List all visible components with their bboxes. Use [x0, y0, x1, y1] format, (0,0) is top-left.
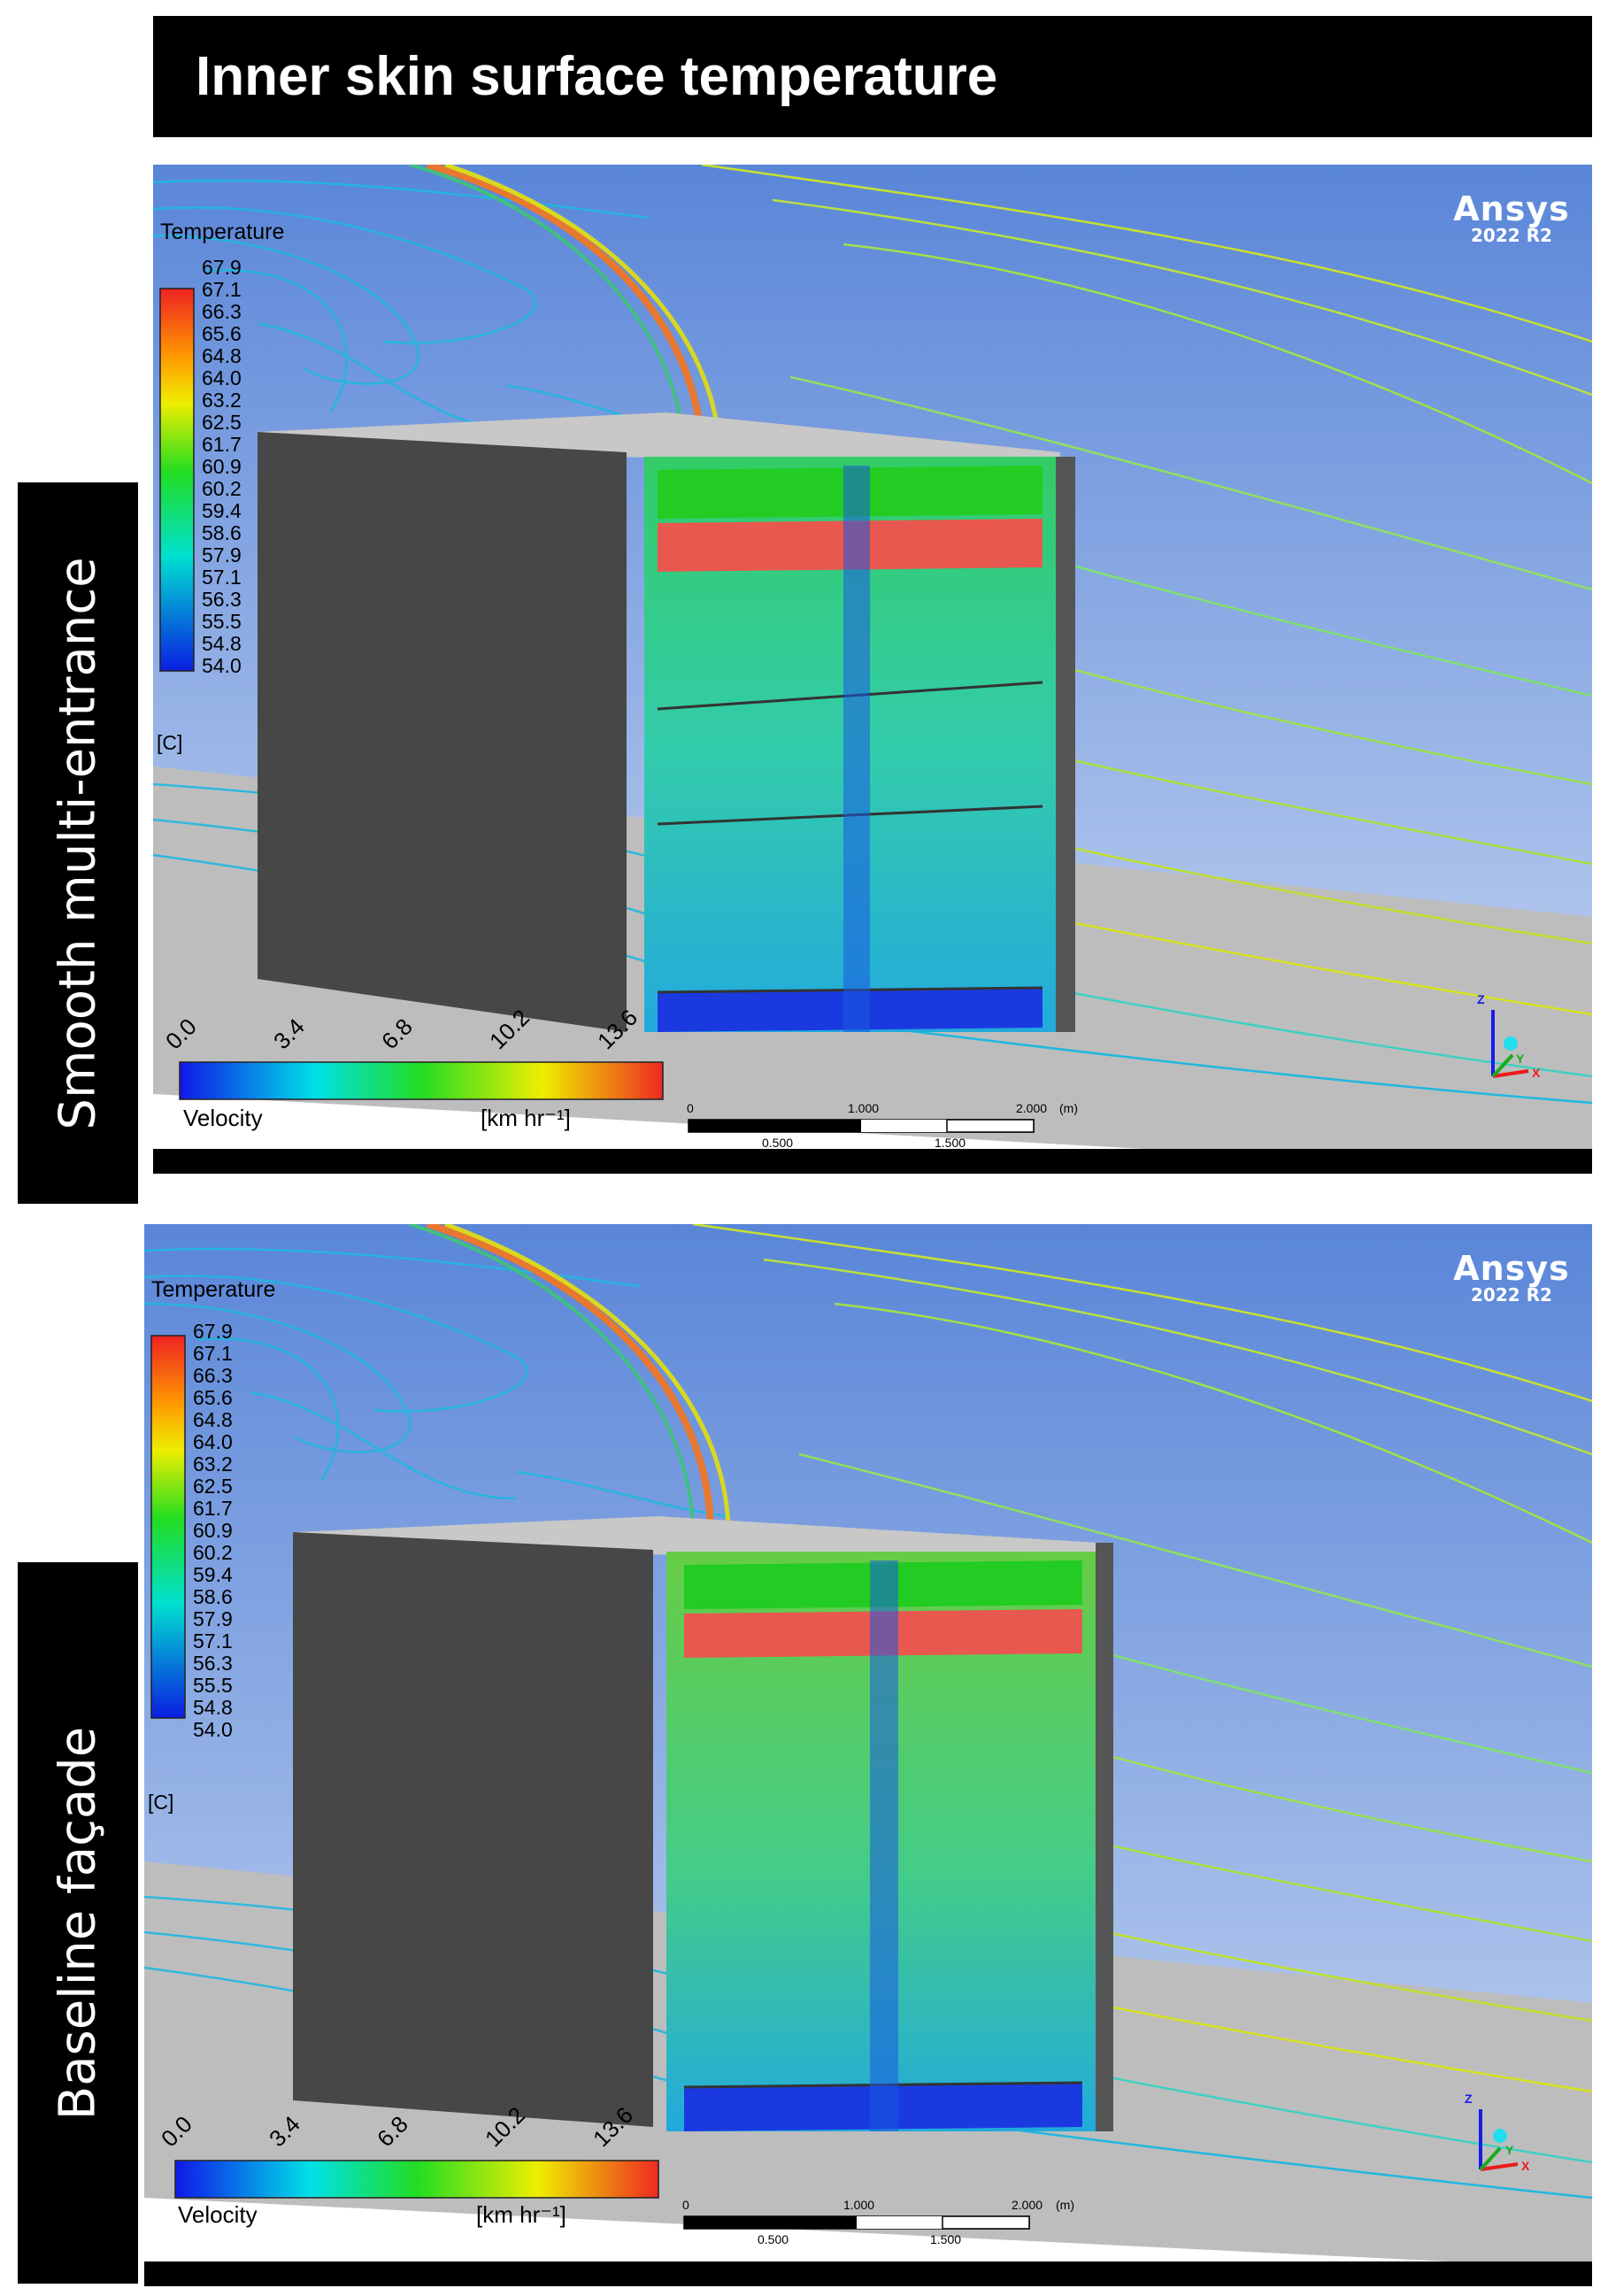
scale-label: 1.500	[935, 1136, 966, 1150]
temp-tick: 54.8	[193, 1696, 233, 1719]
scale-label: 1.500	[930, 2232, 962, 2246]
axis-x-label: X	[1521, 2159, 1530, 2173]
temp-tick: 62.5	[193, 1475, 233, 1498]
scale-label: 1.000	[848, 1101, 880, 1115]
temp-tick: 64.0	[193, 1430, 233, 1453]
temp-tick: 67.1	[202, 278, 242, 301]
temp-tick: 58.6	[202, 521, 242, 544]
axis-z-label: Z	[1477, 992, 1485, 1006]
scale-unit: (m)	[1059, 1101, 1078, 1115]
axis-y-label: Y	[1516, 1052, 1525, 1066]
ansys-logo-text: Ansys	[1453, 189, 1570, 228]
temp-tick: 57.9	[202, 543, 242, 566]
scale-unit: (m)	[1056, 2198, 1074, 2212]
scale-label: 0	[682, 2198, 689, 2212]
temp-tick: 60.2	[202, 477, 242, 500]
temp-tick: 57.1	[193, 1630, 233, 1653]
scale-label: 1.000	[843, 2198, 875, 2212]
temp-tick: 56.3	[202, 588, 242, 611]
temp-tick: 67.9	[193, 1320, 233, 1343]
temp-tick: 55.5	[193, 1674, 233, 1697]
temperature-unit: [C]	[157, 731, 183, 754]
temp-tick: 60.9	[202, 455, 242, 478]
title-bar: Inner skin surface temperature	[153, 16, 1592, 137]
temperature-legend-title: Temperature	[151, 1277, 276, 1302]
velocity-unit: [km hr⁻¹]	[476, 2201, 566, 2228]
side-label-2: Baseline façade	[49, 1726, 107, 2120]
temp-tick: 61.7	[193, 1497, 233, 1520]
scale-label: 2.000	[1016, 1101, 1048, 1115]
cfd-render-1	[153, 165, 1592, 1174]
scale-label: 0.500	[762, 1136, 794, 1150]
temp-tick: 64.8	[193, 1408, 233, 1431]
temp-tick: 59.4	[193, 1563, 233, 1586]
axis-x-label: X	[1532, 1066, 1541, 1080]
temp-tick: 66.3	[202, 300, 242, 323]
temp-tick: 67.9	[202, 256, 242, 279]
scale-label: 2.000	[1012, 2198, 1043, 2212]
temp-tick: 54.0	[193, 1718, 233, 1741]
velocity-unit: [km hr⁻¹]	[481, 1105, 571, 1131]
side-label-bar-1: Smooth multi-entrance	[18, 482, 138, 1204]
temp-tick: 61.7	[202, 433, 242, 456]
cfd-render-2	[144, 1224, 1592, 2286]
velocity-legend-title: Velocity	[178, 2201, 258, 2228]
axis-y-label: Y	[1505, 2143, 1514, 2157]
temp-tick: 63.2	[202, 389, 242, 412]
temp-tick: 65.6	[202, 322, 242, 345]
temp-tick: 58.6	[193, 1585, 233, 1608]
simulation-panel-2: Ansys 2022 R2 Temperature 67.9 67.1 66.3…	[144, 1224, 1592, 2286]
side-label-bar-2: Baseline façade	[18, 1562, 138, 2284]
temp-tick: 65.6	[193, 1386, 233, 1409]
temp-tick: 57.1	[202, 566, 242, 589]
temp-tick: 60.2	[193, 1541, 233, 1564]
temperature-unit: [C]	[148, 1791, 174, 1814]
temp-tick: 59.4	[202, 499, 242, 522]
temp-tick: 66.3	[193, 1364, 233, 1387]
ansys-logo-2: Ansys 2022 R2	[1436, 1249, 1587, 1306]
temp-tick: 54.0	[202, 654, 242, 677]
temp-tick: 57.9	[193, 1607, 233, 1630]
temp-tick: 55.5	[202, 610, 242, 633]
temp-tick: 62.5	[202, 411, 242, 434]
velocity-legend-title: Velocity	[183, 1105, 263, 1131]
temp-tick: 64.8	[202, 344, 242, 367]
ansys-logo-1: Ansys 2022 R2	[1436, 189, 1587, 246]
temp-tick: 54.8	[202, 632, 242, 655]
simulation-panel-1: Ansys 2022 R2 Temperature 67.9 67.1 66.3…	[153, 165, 1592, 1174]
temp-tick: 56.3	[193, 1652, 233, 1675]
side-label-1: Smooth multi-entrance	[49, 556, 107, 1130]
temp-tick: 63.2	[193, 1452, 233, 1475]
axis-z-label: Z	[1465, 2092, 1473, 2106]
temperature-legend-title: Temperature	[160, 220, 285, 244]
temp-tick: 60.9	[193, 1519, 233, 1542]
scale-label: 0	[687, 1101, 694, 1115]
page-title: Inner skin surface temperature	[196, 46, 998, 107]
scale-label: 0.500	[758, 2232, 789, 2246]
temp-tick: 67.1	[193, 1342, 233, 1365]
temp-tick: 64.0	[202, 366, 242, 389]
ansys-logo-text: Ansys	[1453, 1249, 1570, 1288]
